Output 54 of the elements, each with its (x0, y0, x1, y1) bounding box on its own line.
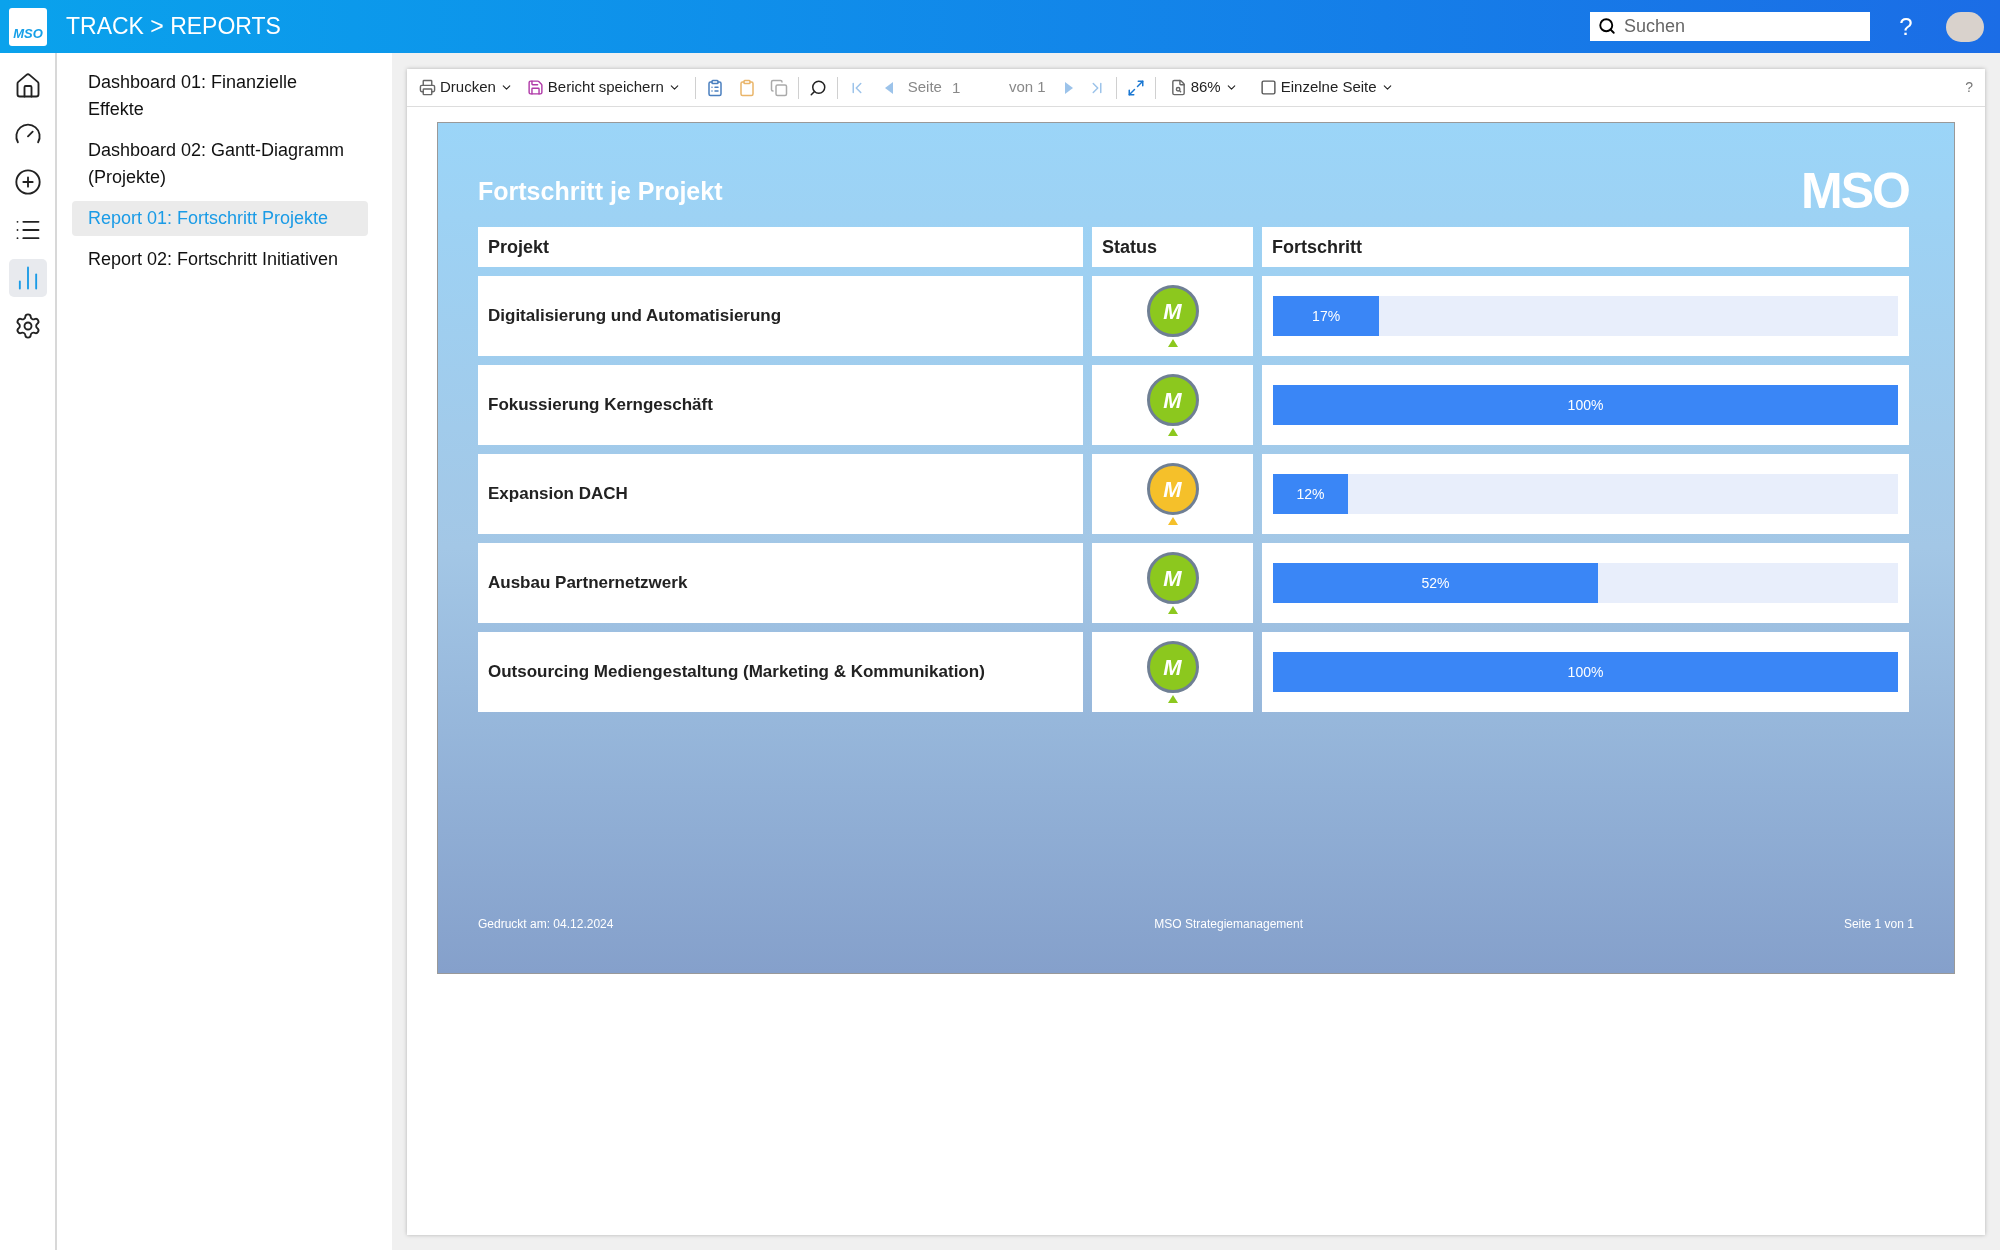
page-label: Seite (907, 77, 942, 98)
progress-fill: 100% (1273, 385, 1898, 425)
document-map-icon[interactable] (705, 78, 724, 97)
project-cell: Digitalisierung und Automatisierung (478, 276, 1083, 356)
view-mode-dropdown[interactable]: Einzelne Seite (1255, 76, 1398, 99)
column-header: Status (1092, 227, 1253, 267)
nav-item[interactable]: Report 02: Fortschritt Initiativen (72, 242, 368, 277)
copy-icon[interactable] (769, 78, 788, 97)
status-indicator: M (1146, 285, 1199, 337)
trend-up-icon (1167, 428, 1178, 436)
status-indicator: M (1146, 463, 1199, 515)
breadcrumb: TRACK > REPORTS (66, 12, 281, 42)
company-name: MSO Strategiemanagement (1154, 916, 1304, 933)
status-indicator: M (1146, 641, 1199, 693)
help-button[interactable]: ? (1965, 77, 1977, 98)
project-cell: Fokussierung Kerngeschäft (478, 365, 1083, 445)
page-count: Seite 1 von 1 (1843, 916, 1914, 933)
page-number-field[interactable]: 1 (947, 74, 1003, 101)
report-title: Fortschritt je Projekt (478, 176, 723, 208)
search-icon[interactable] (808, 78, 827, 97)
report-logo: MSO (1801, 166, 1909, 216)
search-field[interactable]: Suchen (1590, 12, 1870, 41)
print-date: Gedruckt am: 04.12.2024 (478, 916, 614, 933)
project-cell: Expansion DACH (478, 454, 1083, 534)
clipboard-icon[interactable] (737, 78, 756, 97)
nav-item[interactable]: Dashboard 02: Gantt-Diagramm (Projekte) (72, 133, 368, 195)
status-indicator: M (1146, 552, 1199, 604)
printer-icon (419, 79, 436, 96)
progress-fill: 52% (1273, 563, 1598, 603)
chart-nav-button[interactable] (8, 259, 47, 297)
trend-up-icon (1167, 517, 1178, 525)
page-icon (1259, 79, 1277, 96)
zoom-dropdown[interactable]: 86% (1165, 76, 1242, 99)
progress-fill: 100% (1273, 652, 1898, 692)
progress-fill: 17% (1273, 296, 1380, 336)
search-icon (1598, 17, 1616, 35)
project-cell: Ausbau Partnernetzwerk (478, 543, 1083, 623)
trend-up-icon (1167, 339, 1178, 347)
trend-up-icon (1167, 606, 1178, 614)
help-button[interactable]: ? (1894, 8, 1918, 45)
progress-fill: 12% (1273, 474, 1348, 514)
column-header: Fortschritt (1262, 227, 1909, 267)
page-total: von 1 (1008, 77, 1046, 98)
save-report-button[interactable]: Bericht speichern (522, 76, 685, 99)
trend-up-icon (1167, 695, 1178, 703)
status-indicator: M (1146, 374, 1199, 426)
fullscreen-icon[interactable] (1126, 78, 1145, 97)
user-avatar[interactable] (1946, 11, 1984, 42)
nav-item[interactable]: Dashboard 01: Finanzielle Effekte (72, 65, 368, 127)
document-search-icon (1169, 79, 1187, 96)
print-button[interactable]: Drucken (415, 76, 517, 99)
project-cell: Outsourcing Mediengestaltung (Marketing & Kommunikation) (478, 632, 1083, 712)
plus-circle-icon (13, 168, 42, 196)
column-header: Projekt (478, 227, 1083, 267)
